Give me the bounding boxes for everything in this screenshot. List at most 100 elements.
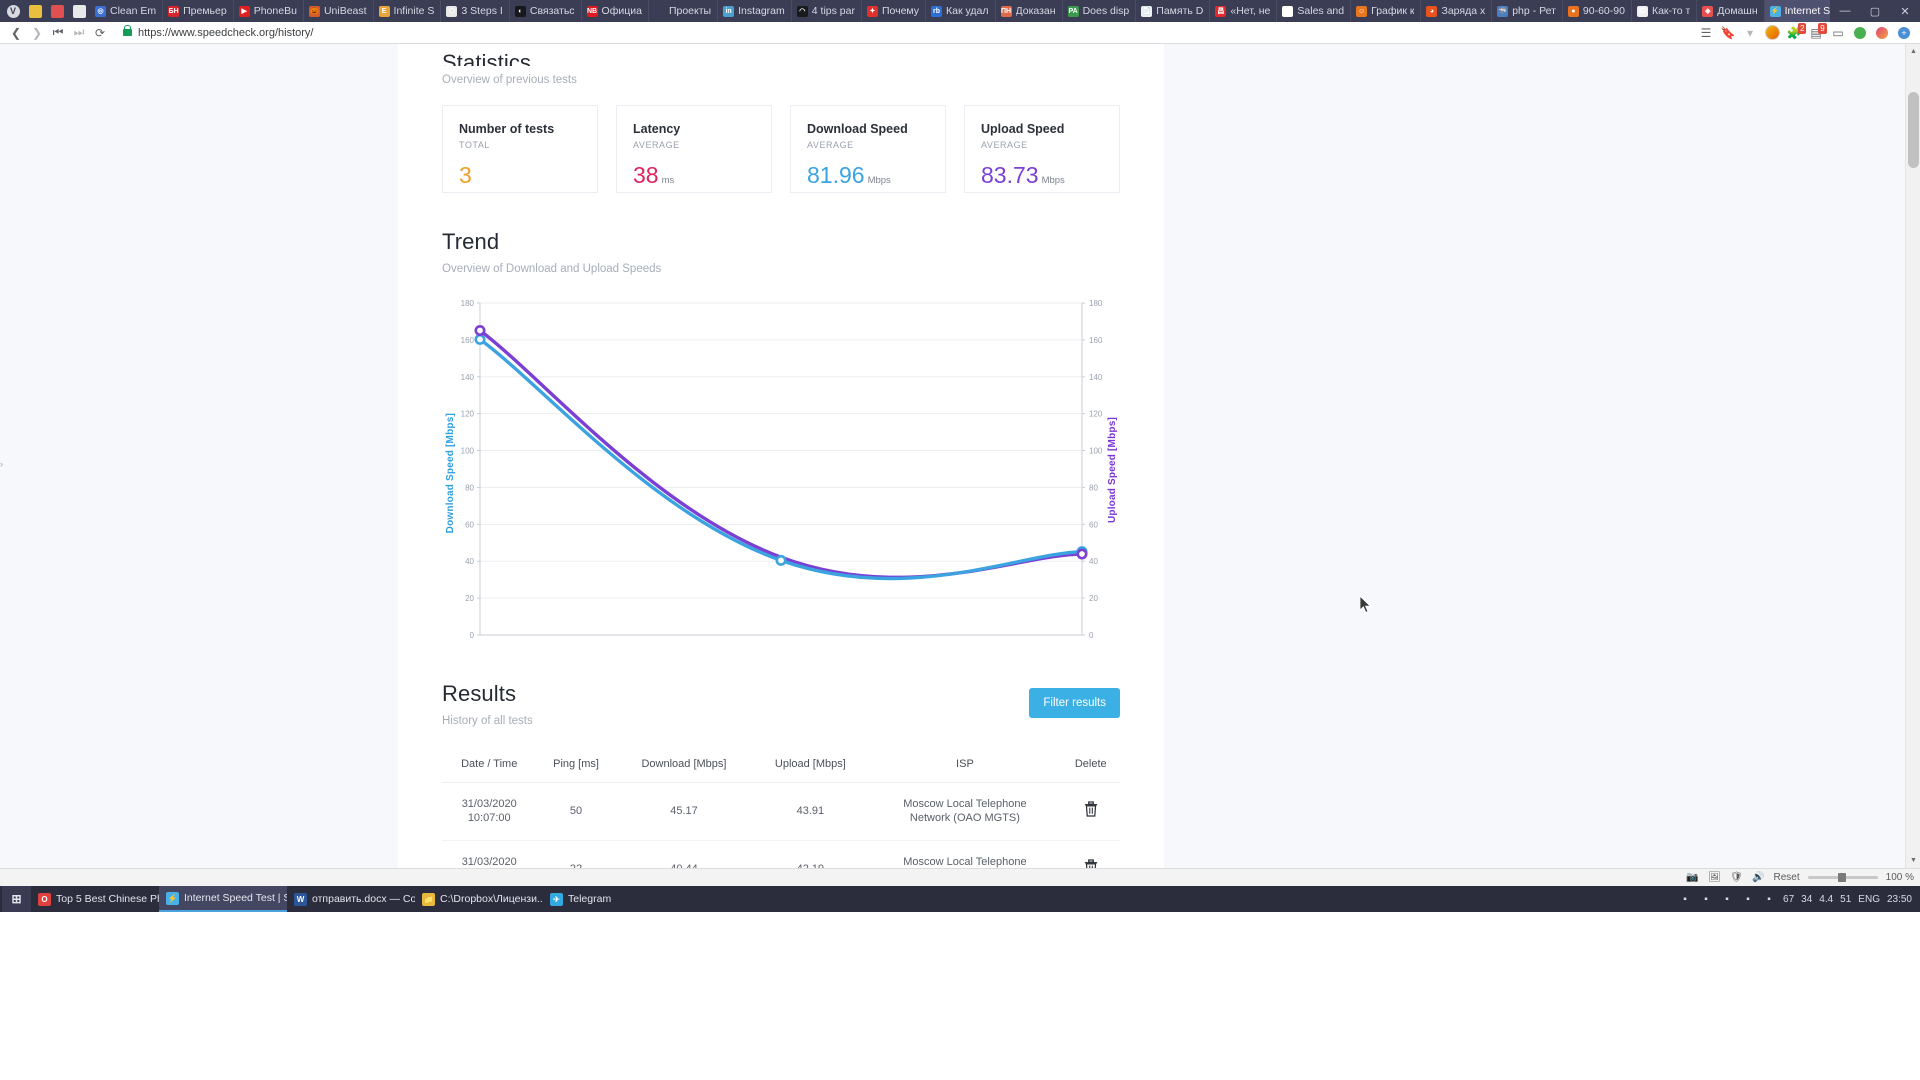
browser-tab[interactable]: E Infinite S — [374, 0, 442, 22]
start-button[interactable]: ⊞ — [2, 886, 31, 912]
messenger-icon[interactable] — [1850, 23, 1870, 43]
cast-icon[interactable]: ▭ — [1828, 23, 1848, 43]
tab-favicon-icon: ◈ — [1702, 5, 1714, 17]
taskbar-item-label: отправить.docx — Co... — [312, 893, 415, 905]
back-arrow-icon[interactable]: ❮ — [6, 23, 26, 43]
maximize-button[interactable]: ▢ — [1860, 0, 1890, 22]
tab-favicon-icon: ⬡ — [446, 5, 458, 17]
browser-tab[interactable]: rb Как удал — [926, 0, 996, 22]
browser-tab[interactable]: NB Официа — [582, 0, 649, 22]
tab-title: php - Рет — [1512, 5, 1556, 17]
trash-icon[interactable] — [1084, 859, 1098, 868]
chart-data-point[interactable] — [474, 333, 486, 345]
next-page-icon[interactable]: ⏭ — [69, 23, 89, 43]
chart-data-point[interactable] — [474, 324, 486, 336]
chart-icon[interactable]: ▪ — [1678, 892, 1692, 906]
browser-tab[interactable]: ◐ Связатьс — [510, 0, 582, 22]
browser-tab[interactable]: in Instagram — [718, 0, 792, 22]
results-column-header[interactable]: ISP — [868, 749, 1062, 783]
tray-value: 4.4 — [1819, 893, 1834, 905]
browser-tab[interactable]: ☺ График к — [1351, 0, 1422, 22]
browser-tab[interactable]: ✦ Почему — [862, 0, 927, 22]
browser-tab[interactable]: Проекты — [649, 0, 719, 22]
cell-isp: Moscow Local TelephoneNetwork (OAO MGTS) — [868, 840, 1062, 868]
taskbar-item[interactable]: ✈ Telegram — [543, 886, 618, 912]
browser-tab[interactable]: 📄 Память D — [1136, 0, 1211, 22]
color-icon[interactable] — [1872, 23, 1892, 43]
reading-list-icon[interactable]: ☰ — [1696, 23, 1716, 43]
scroll-down-arrow[interactable]: ▼ — [1906, 853, 1920, 868]
browser-tab[interactable]: ◈ Домашн — [1697, 0, 1765, 22]
sound-icon[interactable]: 🔊 — [1752, 871, 1766, 885]
browser-tab[interactable]: ID Как-то т — [1632, 0, 1698, 22]
avatar[interactable] — [1762, 23, 1782, 43]
browser-tab[interactable]: PA Does disp — [1063, 0, 1137, 22]
browser-tab[interactable]: БН Премьер — [163, 0, 234, 22]
minimize-button[interactable]: — — [1830, 0, 1860, 22]
taskbar-item[interactable]: ⚡ Internet Speed Test | S... — [159, 886, 287, 912]
close-button[interactable]: ✕ — [1890, 0, 1920, 22]
chevron-down-icon[interactable]: ▾ — [1740, 23, 1760, 43]
chart-data-point[interactable] — [775, 554, 787, 566]
browser-tab[interactable]: ◕ Заряда х — [1421, 0, 1493, 22]
results-column-header[interactable]: Download [Mbps] — [615, 749, 753, 783]
browser-tab[interactable]: ◎ Clean Em — [90, 0, 164, 22]
filter-results-button[interactable]: Filter results — [1029, 688, 1120, 718]
battery-icon[interactable]: ▪ — [1720, 892, 1734, 906]
chart-data-point[interactable] — [1076, 548, 1088, 560]
results-column-header[interactable]: Date / Time — [442, 749, 537, 783]
zoom-reset-label[interactable]: Reset — [1774, 872, 1800, 883]
zoom-level: 100 % — [1885, 872, 1914, 883]
mail-icon[interactable] — [46, 0, 68, 22]
trash-icon[interactable] — [1084, 801, 1098, 817]
page-scrollbar[interactable]: ▲ ▼ — [1905, 44, 1920, 868]
taskbar-item[interactable]: O Top 5 Best Chinese Ph... — [31, 886, 159, 912]
results-column-header[interactable]: Delete — [1061, 749, 1120, 783]
page-icon[interactable] — [68, 0, 90, 22]
browser-tab[interactable]: 🦈 php - Рет — [1492, 0, 1563, 22]
tab-favicon-icon — [653, 5, 665, 17]
browser-tab[interactable]: ПН Доказан — [996, 0, 1063, 22]
tab-favicon-icon: ☺ — [1356, 5, 1368, 17]
notifications-icon[interactable]: ▤ 9 — [1806, 22, 1827, 43]
taskbar-item[interactable]: Wотправить.docx — Co... — [287, 886, 415, 912]
tray-language[interactable]: ENG — [1858, 894, 1880, 905]
results-column-header[interactable]: Ping [ms] — [536, 749, 616, 783]
address-bar[interactable]: https://www.speedcheck.org/history/ — [117, 24, 1691, 42]
extensions-icon[interactable]: 🧩 2 — [1784, 22, 1807, 43]
plus-icon[interactable]: + — [1894, 23, 1914, 43]
results-column-header[interactable]: Upload [Mbps] — [752, 749, 869, 783]
image-icon[interactable]: 🖼 — [1708, 871, 1722, 885]
camera-icon[interactable]: 📷 — [1686, 871, 1700, 885]
net-icon[interactable]: ▪ — [1699, 892, 1713, 906]
tab-title: 90-60-90 — [1582, 5, 1625, 17]
browser-tab[interactable]: ⚡ Internet S — [1764, 0, 1830, 22]
scroll-up-arrow[interactable]: ▲ — [1906, 44, 1920, 59]
sidebar-edge-handle[interactable]: › — [0, 459, 6, 469]
shield-icon[interactable]: 🛡 — [1730, 871, 1744, 885]
browser-tab[interactable]: ◠ 4 tips par — [792, 0, 862, 22]
browser-tab[interactable]: 🎃 UniBeast — [304, 0, 374, 22]
cell-download: 40.44 — [615, 840, 753, 868]
browser-tab[interactable]: G Sales and — [1277, 0, 1352, 22]
zoom-slider-knob[interactable] — [1837, 873, 1846, 882]
zoom-slider[interactable] — [1807, 873, 1878, 882]
browser-tab[interactable]: ▶ PhoneBu — [234, 0, 304, 22]
reload-icon[interactable]: ⟳ — [90, 23, 110, 43]
opera-menu-icon[interactable]: V — [2, 0, 24, 22]
browser-tab[interactable]: ⬡ 3 Steps I — [441, 0, 510, 22]
tray-clock[interactable]: 23:50 — [1887, 894, 1912, 905]
notes-icon[interactable] — [24, 0, 46, 22]
volume-icon[interactable]: ▪ — [1741, 892, 1755, 906]
browser-tab[interactable]: ● 90-60-90 — [1563, 0, 1632, 22]
taskbar-item[interactable]: 📁 C:\Dropbox\Лицензи... — [415, 886, 543, 912]
scrollbar-thumb[interactable] — [1908, 92, 1919, 168]
bookmark-icon[interactable]: 🔖 — [1718, 23, 1738, 43]
cloud-icon[interactable]: ▪ — [1762, 892, 1776, 906]
cell-date: 31/03/2020 — [461, 855, 517, 868]
browser-tab[interactable]: 昌 «Нет, не — [1210, 0, 1278, 22]
trend-chart-svg: 0 0 20 20 40 40 60 60 80 80 100 100 120 120 140 140 160 1… — [461, 299, 1103, 640]
prev-page-icon[interactable]: ⏮ — [48, 23, 68, 43]
forward-arrow-icon[interactable]: ❯ — [27, 23, 47, 43]
window-controls: — ▢ ✕ — [1830, 0, 1920, 22]
